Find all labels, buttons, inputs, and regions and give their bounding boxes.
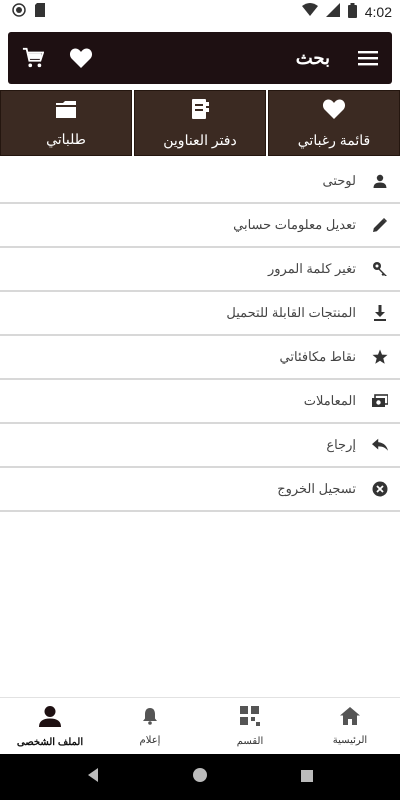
menu-item-label: المعاملات: [303, 393, 356, 408]
person-icon: [372, 173, 388, 189]
menu-item-label: تعديل معلومات حسابي: [233, 217, 356, 232]
menu-item-reward-points[interactable]: نقاط مكافئاتي: [0, 336, 400, 380]
money-icon: [372, 393, 388, 409]
menu-item-change-password[interactable]: تغير كلمة المرور: [0, 248, 400, 292]
status-left: [12, 3, 46, 21]
wifi-icon: [301, 3, 318, 21]
pencil-icon: [372, 217, 388, 233]
menu-item-returns[interactable]: إرجاع: [0, 424, 400, 468]
quick-tiles: طلباتي دفتر العناوين قائمة رغباتي: [0, 90, 400, 156]
bell-icon: [142, 707, 158, 729]
profile-icon: [39, 705, 61, 731]
menu-item-label: نقاط مكافئاتي: [279, 349, 356, 364]
key-icon: [372, 261, 388, 277]
menu-item-label: تغير كلمة المرور: [267, 261, 356, 276]
battery-icon: [347, 2, 357, 22]
tile-wishlist[interactable]: قائمة رغباتي: [268, 90, 400, 156]
category-icon: [240, 705, 260, 730]
tile-address-book[interactable]: دفتر العناوين: [134, 90, 266, 156]
menu-item-edit-account[interactable]: تعديل معلومات حسابي: [0, 204, 400, 248]
signal-icon: [325, 3, 340, 21]
nav-categories-label: القسم: [236, 735, 264, 747]
tile-address-book-label: دفتر العناوين: [163, 131, 237, 148]
menu-item-label: تسجيل الخروج: [277, 481, 356, 496]
bottom-navigation: الملف الشخصى إعلام القسم الرئيسية: [0, 697, 400, 754]
tile-my-orders-label: طلباتي: [46, 130, 86, 147]
tile-my-orders[interactable]: طلباتي: [0, 90, 132, 156]
nav-notifications[interactable]: إعلام: [100, 698, 200, 754]
back-triangle-icon[interactable]: [86, 767, 100, 787]
menu-item-label: إرجاع: [326, 437, 356, 452]
star-icon: [372, 349, 388, 365]
menu-item-dashboard[interactable]: لوحتى: [0, 160, 400, 204]
account-menu-list: لوحتى تعديل معلومات حسابي تغير كلمة المر…: [0, 160, 400, 512]
address-book-icon: [190, 98, 210, 124]
notification-dot-icon: [12, 3, 26, 21]
nav-profile-label: الملف الشخصى: [16, 736, 84, 748]
folder-icon: [55, 99, 77, 123]
tile-wishlist-label: قائمة رغباتي: [297, 131, 371, 148]
reply-icon: [372, 437, 388, 453]
system-navigation-bar: [0, 754, 400, 800]
home-circle-icon[interactable]: [192, 767, 208, 787]
status-right: 4:02: [301, 2, 392, 22]
status-time: 4:02: [364, 4, 392, 20]
recents-square-icon[interactable]: [300, 768, 314, 787]
close-circle-icon: [372, 481, 388, 497]
wishlist-heart-icon[interactable]: [68, 45, 94, 71]
menu-item-downloads[interactable]: المنتجات القابلة للتحميل: [0, 292, 400, 336]
hamburger-menu-icon[interactable]: [356, 46, 380, 70]
menu-item-label: المنتجات القابلة للتحميل: [226, 305, 356, 320]
nav-notifications-label: إعلام: [139, 734, 161, 746]
nav-home-label: الرئيسية: [332, 734, 368, 746]
menu-item-label: لوحتى: [322, 173, 356, 188]
menu-item-logout[interactable]: تسجيل الخروج: [0, 468, 400, 512]
home-icon: [340, 706, 360, 729]
screen: 4:02 بحث طلباتي دفتر العناوين قائمة رغبا…: [0, 0, 400, 800]
sd-card-icon: [34, 3, 46, 21]
nav-home[interactable]: الرئيسية: [300, 698, 400, 754]
nav-profile[interactable]: الملف الشخصى: [0, 698, 100, 754]
page-title: بحث: [295, 47, 330, 68]
status-bar: 4:02: [0, 0, 400, 24]
menu-item-transactions[interactable]: المعاملات: [0, 380, 400, 424]
cart-icon[interactable]: [20, 45, 46, 71]
nav-categories[interactable]: القسم: [200, 698, 300, 754]
app-bar: بحث: [8, 32, 392, 84]
heart-icon: [322, 98, 346, 124]
download-icon: [372, 305, 388, 321]
